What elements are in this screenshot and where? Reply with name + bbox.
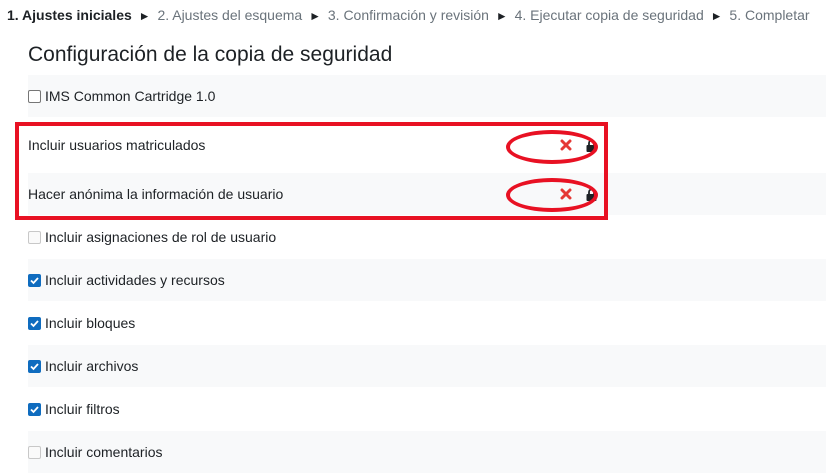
step-3: 3. Confirmación y revisión [327, 7, 489, 23]
step-4: 4. Ejecutar copia de seguridad [514, 7, 704, 23]
setting-row-files: Incluir archivos [28, 345, 826, 387]
step-separator: ► [138, 9, 151, 23]
setting-row-activities: Incluir actividades y recursos [28, 259, 826, 301]
setting-row-blocks: Incluir bloques [28, 302, 826, 344]
setting-label: Incluir comentarios [45, 444, 163, 460]
highlight-ellipse [506, 178, 598, 212]
step-2: 2. Ajustes del esquema [157, 7, 303, 23]
step-5: 5. Completar [729, 7, 810, 23]
filters-checkbox[interactable] [28, 402, 41, 416]
check-icon [30, 276, 39, 284]
breadcrumb: 1. Ajustes iniciales ► 2. Ajustes del es… [7, 7, 810, 23]
step-separator: ► [495, 9, 508, 23]
step-1: 1. Ajustes iniciales [7, 7, 132, 23]
setting-label: Incluir filtros [45, 401, 120, 417]
setting-row-filters: Incluir filtros [28, 388, 826, 430]
setting-row-ims-cartridge: IMS Common Cartridge 1.0 [28, 75, 826, 117]
step-separator: ► [710, 9, 723, 23]
setting-label: IMS Common Cartridge 1.0 [45, 88, 216, 104]
page-title: Configuración de la copia de seguridad [28, 43, 393, 66]
role-assignments-checkbox [28, 230, 41, 244]
check-icon [30, 405, 39, 413]
check-icon [30, 319, 39, 327]
setting-label: Incluir actividades y recursos [45, 272, 225, 288]
setting-label: Incluir archivos [45, 358, 139, 374]
setting-row-role-assignments: Incluir asignaciones de rol de usuario [28, 216, 826, 258]
comments-checkbox [28, 445, 41, 459]
activities-checkbox[interactable] [28, 273, 41, 287]
setting-label: Incluir bloques [45, 315, 136, 331]
highlight-ellipse [506, 130, 598, 164]
setting-label: Incluir asignaciones de rol de usuario [45, 229, 277, 245]
step-separator: ► [309, 9, 321, 23]
check-icon [30, 362, 39, 370]
files-checkbox[interactable] [28, 359, 41, 373]
setting-row-comments: Incluir comentarios [28, 431, 826, 473]
ims-cartridge-checkbox[interactable] [28, 89, 41, 103]
blocks-checkbox[interactable] [28, 316, 41, 330]
